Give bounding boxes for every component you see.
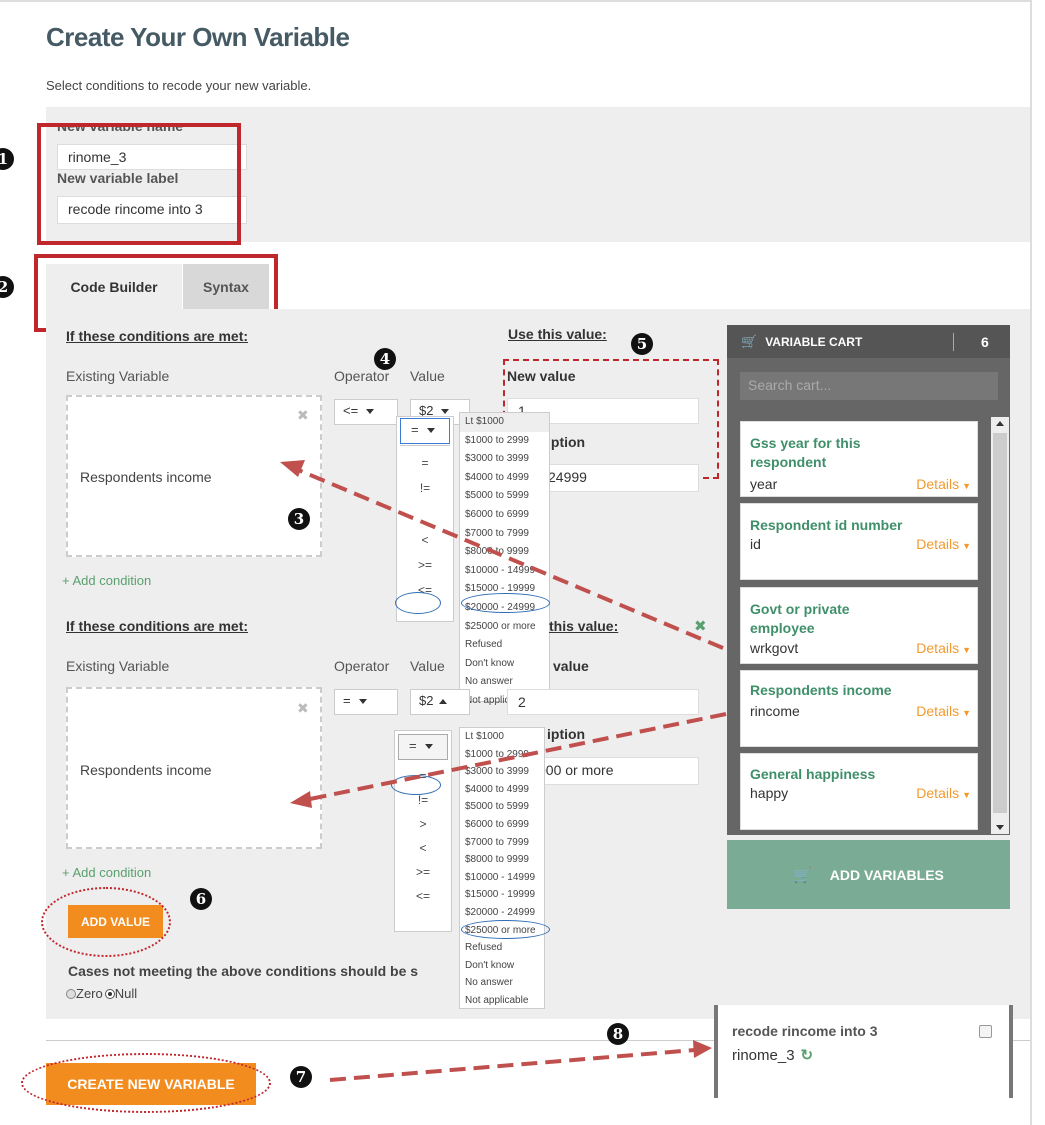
arrowhead-3: [280, 460, 305, 477]
annotation-arrows: [280, 460, 727, 1082]
arrow-line-3b: [304, 712, 727, 802]
arrow-line-8: [329, 1048, 696, 1082]
arrowhead-3b: [290, 791, 312, 808]
arrow-line-3: [295, 467, 724, 650]
arrowhead-8: [693, 1040, 712, 1058]
